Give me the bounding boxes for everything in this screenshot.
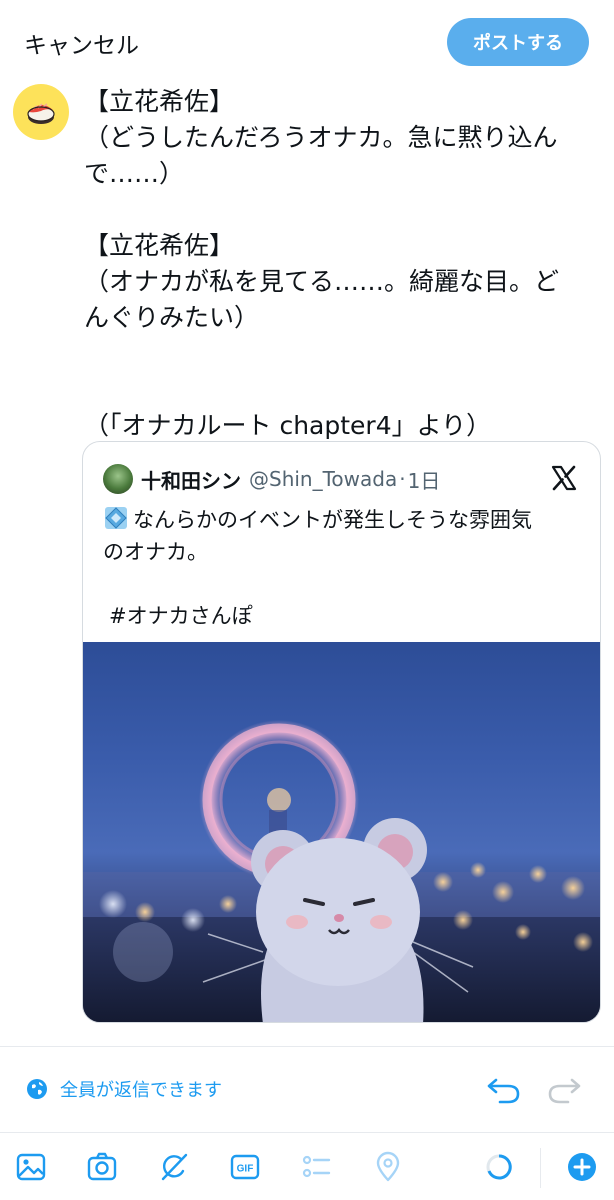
reply-setting-label: 全員が返信できます (60, 1080, 222, 1101)
quoted-post-header: 十和田シン @Shin_Towada · 1日 (103, 464, 583, 494)
poll-icon[interactable] (300, 1151, 332, 1183)
compose-line: 【立花希佐】 (84, 231, 235, 260)
compose-header: キャンセル ポストする (0, 0, 614, 84)
x-logo-icon (551, 465, 577, 491)
avatar[interactable] (13, 84, 69, 140)
compose-line: （オナカが私を見てる……。綺麗な目。ど (84, 267, 560, 296)
add-post-icon[interactable] (566, 1151, 598, 1183)
compose-toolbar: GIF (0, 1133, 614, 1200)
location-icon[interactable] (372, 1151, 404, 1183)
compose-line: （「オナカルート chapter4」より） (84, 411, 492, 440)
camera-icon[interactable] (86, 1151, 118, 1183)
undo-icon[interactable] (486, 1072, 522, 1104)
diamond-emoji-icon (105, 507, 127, 529)
divider (0, 1046, 614, 1047)
plush-mouse-ferris-wheel-photo (83, 720, 600, 1022)
reply-setting-button[interactable]: 全員が返信できます (26, 1076, 222, 1102)
quoted-hashtag[interactable]: #オナカさんぽ (103, 600, 588, 632)
globe-icon (27, 1079, 47, 1099)
gif-icon[interactable]: GIF (229, 1151, 261, 1183)
image-icon[interactable] (15, 1151, 47, 1183)
quoted-avatar (103, 464, 133, 494)
compose-line: で……） (84, 159, 185, 188)
compose-text[interactable]: 【立花希佐】 （どうしたんだろうオナカ。急に黙り込ん で……） 【立花希佐】 （… (84, 84, 594, 444)
cancel-button[interactable]: キャンセル (24, 26, 139, 60)
grok-icon[interactable] (158, 1151, 190, 1183)
compose-line: んぐりみたい） (84, 303, 260, 332)
svg-text:GIF: GIF (237, 1164, 254, 1175)
quoted-post-card[interactable]: 十和田シン @Shin_Towada · 1日 なんらかのイベントが発生しそうな… (82, 441, 601, 1023)
quoted-separator: · (399, 467, 406, 491)
quoted-display-name: 十和田シン (141, 468, 241, 493)
toolbar-divider (540, 1148, 541, 1188)
sushi-icon (27, 103, 55, 124)
post-button[interactable]: ポストする (447, 18, 589, 66)
char-count-ring-icon (486, 1154, 512, 1180)
compose-line: （どうしたんだろうオナカ。急に黙り込ん (84, 123, 558, 152)
quoted-timestamp: 1日 (407, 468, 441, 493)
quoted-handle: @Shin_Towada (249, 467, 398, 491)
compose-screen: キャンセル ポストする 【立花希佐】 （どうしたんだろうオナカ。急に黙り込ん で… (0, 0, 614, 1200)
quoted-photo[interactable] (83, 642, 600, 1022)
redo-icon[interactable] (546, 1072, 582, 1104)
compose-line: 【立花希佐】 (84, 87, 235, 116)
quoted-post-text: なんらかのイベントが発生しそうな雰囲気 のオナカ。 #オナカさんぽ (103, 504, 588, 632)
quoted-text-line: のオナカ。 (103, 540, 208, 564)
quoted-text-line: なんらかのイベントが発生しそうな雰囲気 (133, 508, 532, 532)
